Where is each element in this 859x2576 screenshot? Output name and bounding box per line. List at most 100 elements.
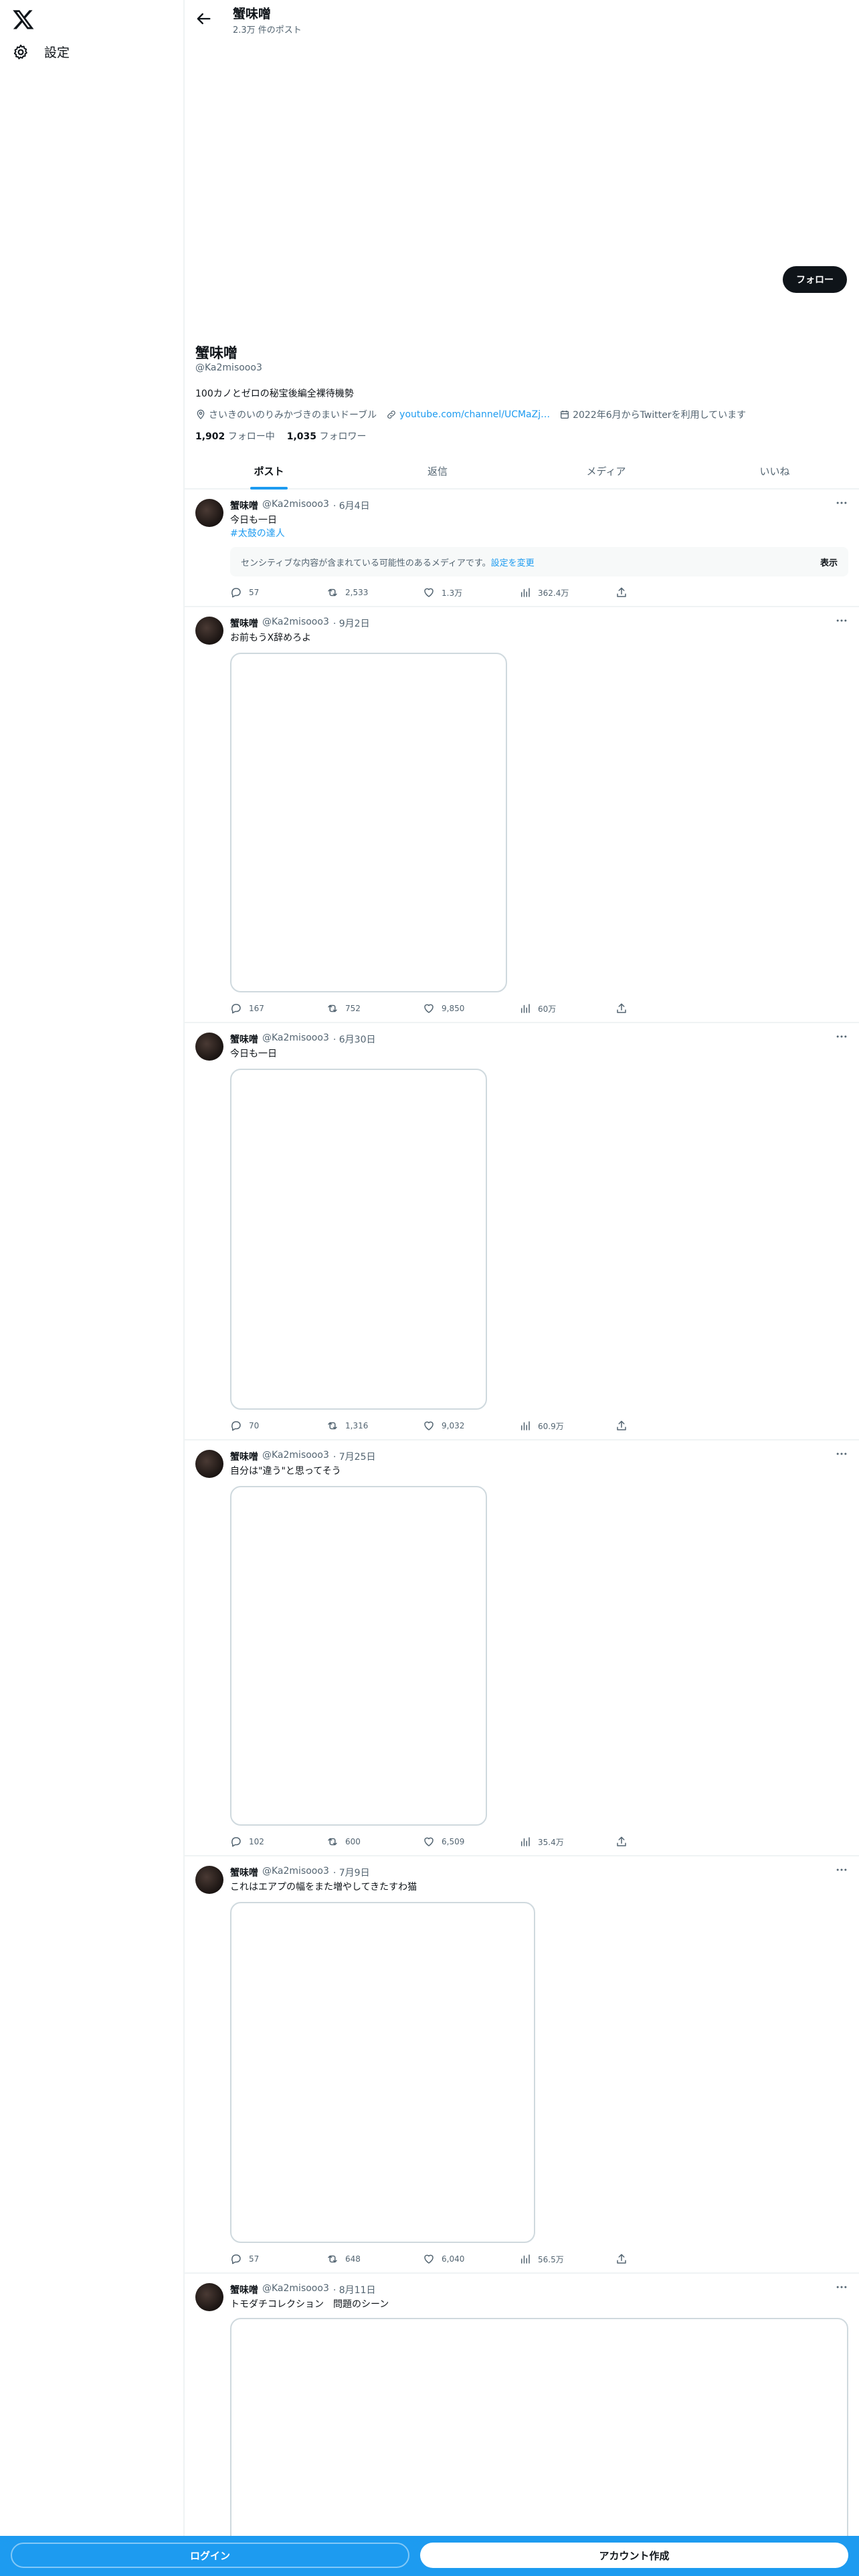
post-author-name[interactable]: 蟹味噌 <box>230 2283 258 2296</box>
post-date[interactable]: · 6月30日 <box>333 1033 376 1046</box>
share-button[interactable] <box>615 1834 628 1850</box>
reply-count: 57 <box>249 588 260 597</box>
post-author-name[interactable]: 蟹味噌 <box>230 1450 258 1463</box>
repost-button[interactable]: 752 <box>326 1000 423 1016</box>
post-date[interactable]: · 7月25日 <box>333 1450 376 1463</box>
post-header: 蟹味噌 @Ka2misooo3 · 9月2日 <box>230 617 370 630</box>
post-header: 蟹味噌 @Ka2misooo3 · 7月25日 <box>230 1450 375 1463</box>
profile-tabs: ポスト 返信 メディア いいね <box>185 453 859 490</box>
tab-likes[interactable]: いいね <box>690 453 859 488</box>
post-author-name[interactable]: 蟹味噌 <box>230 499 258 512</box>
post-header: 蟹味噌 @Ka2misooo3 · 7月9日 <box>230 1866 370 1879</box>
post-date[interactable]: · 9月2日 <box>333 617 370 630</box>
post-date[interactable]: · 7月9日 <box>333 1866 370 1879</box>
login-button[interactable]: ログイン <box>11 2543 409 2568</box>
repost-button[interactable]: 648 <box>326 2251 423 2267</box>
views-button[interactable]: 56.5万 <box>519 2251 615 2267</box>
more-options-icon[interactable] <box>835 1030 848 1043</box>
profile-follow-stats: 1,902 フォロー中 1,035 フォロワー <box>195 429 367 443</box>
bottom-signin-bar: ログイン アカウント作成 <box>0 2536 859 2576</box>
share-button[interactable] <box>615 1000 628 1016</box>
post-item[interactable]: 蟹味噌 @Ka2misooo3 · 6月30日 今日も一日 70 1,316 9… <box>185 1023 859 1440</box>
post-media[interactable] <box>230 1069 487 1410</box>
reply-button[interactable]: 57 <box>230 584 326 601</box>
profile-website[interactable]: youtube.com/channel/UCMaZj… <box>386 409 550 420</box>
repost-button[interactable]: 1,316 <box>326 1418 423 1434</box>
x-logo-icon[interactable] <box>12 8 35 31</box>
views-button[interactable]: 362.4万 <box>519 584 615 601</box>
tab-posts[interactable]: ポスト <box>185 453 353 488</box>
share-button[interactable] <box>615 584 628 601</box>
post-item[interactable]: 蟹味噌 @Ka2misooo3 · 7月25日 自分は"違う"と思ってそう 10… <box>185 1440 859 1856</box>
post-author-handle[interactable]: @Ka2misooo3 <box>262 1450 329 1463</box>
sidebar-item-settings[interactable]: 設定 <box>12 43 70 61</box>
share-button[interactable] <box>615 1418 628 1434</box>
hashtag-link[interactable]: #太鼓の達人 <box>230 527 285 540</box>
repost-button[interactable]: 600 <box>326 1834 423 1850</box>
website-link[interactable]: youtube.com/channel/UCMaZj… <box>399 409 550 420</box>
post-item[interactable]: 蟹味噌 @Ka2misooo3 · 8月11日 トモダチコレクション 問題のシー… <box>185 2274 859 2576</box>
like-button[interactable]: 6,040 <box>423 2251 519 2267</box>
more-options-icon[interactable] <box>835 2280 848 2294</box>
post-media[interactable] <box>230 653 507 992</box>
avatar[interactable] <box>195 1450 223 1478</box>
post-item[interactable]: 蟹味噌 @Ka2misooo3 · 6月4日 今日も一日 #太鼓の達人 センシテ… <box>185 490 859 607</box>
views-button[interactable]: 35.4万 <box>519 1834 615 1850</box>
post-author-handle[interactable]: @Ka2misooo3 <box>262 499 329 512</box>
post-author-handle[interactable]: @Ka2misooo3 <box>262 617 329 630</box>
followers-count: 1,035 <box>286 431 317 442</box>
tab-media[interactable]: メディア <box>522 453 690 488</box>
like-button[interactable]: 6,509 <box>423 1834 519 1850</box>
avatar[interactable] <box>195 1866 223 1894</box>
reply-button[interactable]: 102 <box>230 1834 326 1850</box>
following-link[interactable]: 1,902 フォロー中 <box>195 429 275 443</box>
left-sidebar: 設定 <box>0 0 185 2576</box>
views-chart-icon <box>521 1421 530 1430</box>
avatar[interactable] <box>195 499 223 527</box>
post-author-name[interactable]: 蟹味噌 <box>230 1033 258 1046</box>
repost-count: 600 <box>345 1837 361 1846</box>
views-chart-icon <box>521 1004 530 1013</box>
repost-icon <box>328 2255 337 2263</box>
reply-button[interactable]: 167 <box>230 1000 326 1016</box>
post-actions: 167 752 9,850 60万 <box>230 1000 640 1016</box>
like-count: 9,032 <box>442 1421 465 1430</box>
post-date[interactable]: · 8月11日 <box>333 2283 376 2296</box>
post-text: 今日も一日 #太鼓の達人 <box>230 514 285 540</box>
avatar[interactable] <box>195 617 223 645</box>
avatar[interactable] <box>195 2283 223 2311</box>
post-date[interactable]: · 6月4日 <box>333 499 370 512</box>
views-button[interactable]: 60.9万 <box>519 1418 615 1434</box>
post-media[interactable] <box>230 1902 535 2243</box>
post-author-handle[interactable]: @Ka2misooo3 <box>262 1033 329 1046</box>
reply-icon <box>231 1004 241 1014</box>
followers-link[interactable]: 1,035 フォロワー <box>287 429 367 443</box>
post-author-handle[interactable]: @Ka2misooo3 <box>262 2283 329 2296</box>
back-arrow-icon[interactable] <box>194 9 213 28</box>
repost-button[interactable]: 2,533 <box>326 584 423 601</box>
more-options-icon[interactable] <box>835 1863 848 1876</box>
tab-replies[interactable]: 返信 <box>353 453 522 488</box>
like-button[interactable]: 1.3万 <box>423 584 519 601</box>
reply-button[interactable]: 57 <box>230 2251 326 2267</box>
avatar[interactable] <box>195 1033 223 1061</box>
post-item[interactable]: 蟹味噌 @Ka2misooo3 · 9月2日 お前もうX辞めろよ 167 752… <box>185 607 859 1023</box>
follow-button[interactable]: フォロー <box>783 266 847 293</box>
like-button[interactable]: 9,032 <box>423 1418 519 1434</box>
like-button[interactable]: 9,850 <box>423 1000 519 1016</box>
share-button[interactable] <box>615 2251 628 2267</box>
signup-button[interactable]: アカウント作成 <box>420 2543 848 2568</box>
reply-button[interactable]: 70 <box>230 1418 326 1434</box>
more-options-icon[interactable] <box>835 496 848 510</box>
post-author-name[interactable]: 蟹味噌 <box>230 617 258 630</box>
more-options-icon[interactable] <box>835 1447 848 1461</box>
more-options-icon[interactable] <box>835 614 848 627</box>
post-item[interactable]: 蟹味噌 @Ka2misooo3 · 7月9日 これはエアプの幅をまた増やしてきた… <box>185 1856 859 2274</box>
post-author-name[interactable]: 蟹味噌 <box>230 1866 258 1879</box>
show-media-button[interactable]: 表示 <box>820 556 838 568</box>
views-button[interactable]: 60万 <box>519 1000 615 1016</box>
change-settings-link[interactable]: 設定を変更 <box>491 558 535 568</box>
post-media[interactable] <box>230 1486 487 1826</box>
post-author-handle[interactable]: @Ka2misooo3 <box>262 1866 329 1879</box>
repost-count: 1,316 <box>345 1421 369 1430</box>
